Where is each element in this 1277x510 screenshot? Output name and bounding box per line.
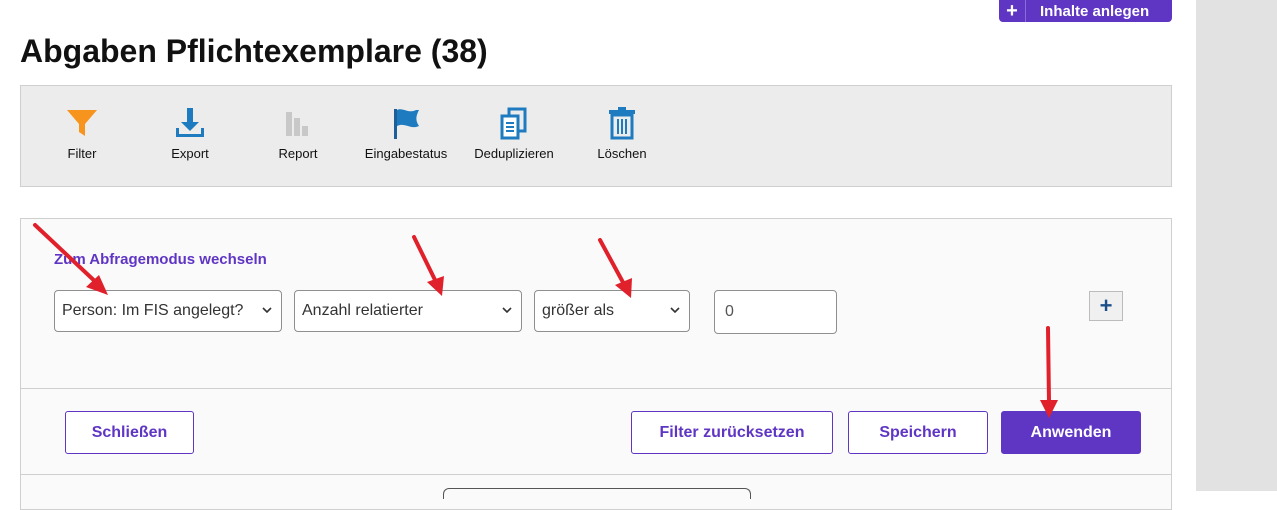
toolbar-eingabestatus-label: Eingabestatus	[364, 146, 448, 161]
toolbar: Filter Export Report Eingabestatus Dedup…	[20, 85, 1172, 187]
chevron-down-icon	[262, 307, 272, 314]
page-title: Abgaben Pflichtexemplare (38)	[20, 33, 488, 69]
toolbar-export-label: Export	[171, 146, 209, 161]
right-scroll-area	[1196, 0, 1277, 491]
download-icon	[176, 108, 204, 137]
trash-icon	[609, 107, 635, 140]
flag-icon	[394, 109, 419, 139]
add-content-button[interactable]: + Inhalte anlegen	[999, 0, 1172, 22]
partial-element	[443, 488, 751, 499]
toolbar-loeschen-label: Löschen	[597, 146, 647, 161]
plus-icon: +	[999, 0, 1026, 22]
toolbar-filter-label: Filter	[67, 146, 97, 161]
value-input[interactable]: 0	[714, 290, 837, 334]
field-select[interactable]: Person: Im FIS angelegt?	[54, 290, 282, 332]
copy-icon	[500, 107, 527, 140]
field-select-value: Person: Im FIS angelegt?	[62, 302, 244, 319]
attribute-select[interactable]: Anzahl relatierter	[294, 290, 522, 332]
chevron-down-icon	[502, 307, 512, 314]
toolbar-report[interactable]: Report	[248, 106, 348, 161]
filter-icon	[67, 110, 97, 136]
toolbar-export[interactable]: Export	[140, 106, 240, 161]
toolbar-deduplizieren-label: Deduplizieren	[474, 146, 554, 161]
plus-icon: +	[1099, 293, 1113, 318]
add-condition-button[interactable]: +	[1089, 291, 1123, 321]
filter-panel: Zum Abfragemodus wechseln Person: Im FIS…	[20, 218, 1172, 510]
toolbar-deduplizieren[interactable]: Deduplizieren	[464, 106, 564, 161]
bar-chart-icon	[286, 112, 308, 136]
toolbar-report-label: Report	[278, 146, 318, 161]
toolbar-filter[interactable]: Filter	[32, 106, 132, 161]
apply-button[interactable]: Anwenden	[1001, 411, 1141, 454]
operator-select-value: größer als	[542, 302, 615, 319]
divider	[21, 388, 1171, 389]
query-mode-link[interactable]: Zum Abfragemodus wechseln	[54, 251, 267, 268]
toolbar-loeschen[interactable]: Löschen	[572, 106, 672, 161]
add-content-label: Inhalte anlegen	[1040, 2, 1150, 20]
save-button[interactable]: Speichern	[848, 411, 988, 454]
attribute-select-value: Anzahl relatierter	[302, 302, 423, 319]
divider	[21, 474, 1171, 475]
reset-filter-button[interactable]: Filter zurücksetzen	[631, 411, 833, 454]
close-button[interactable]: Schließen	[65, 411, 194, 454]
value-input-text: 0	[725, 303, 734, 320]
operator-select[interactable]: größer als	[534, 290, 690, 332]
toolbar-eingabestatus[interactable]: Eingabestatus	[356, 106, 456, 161]
chevron-down-icon	[670, 307, 680, 314]
